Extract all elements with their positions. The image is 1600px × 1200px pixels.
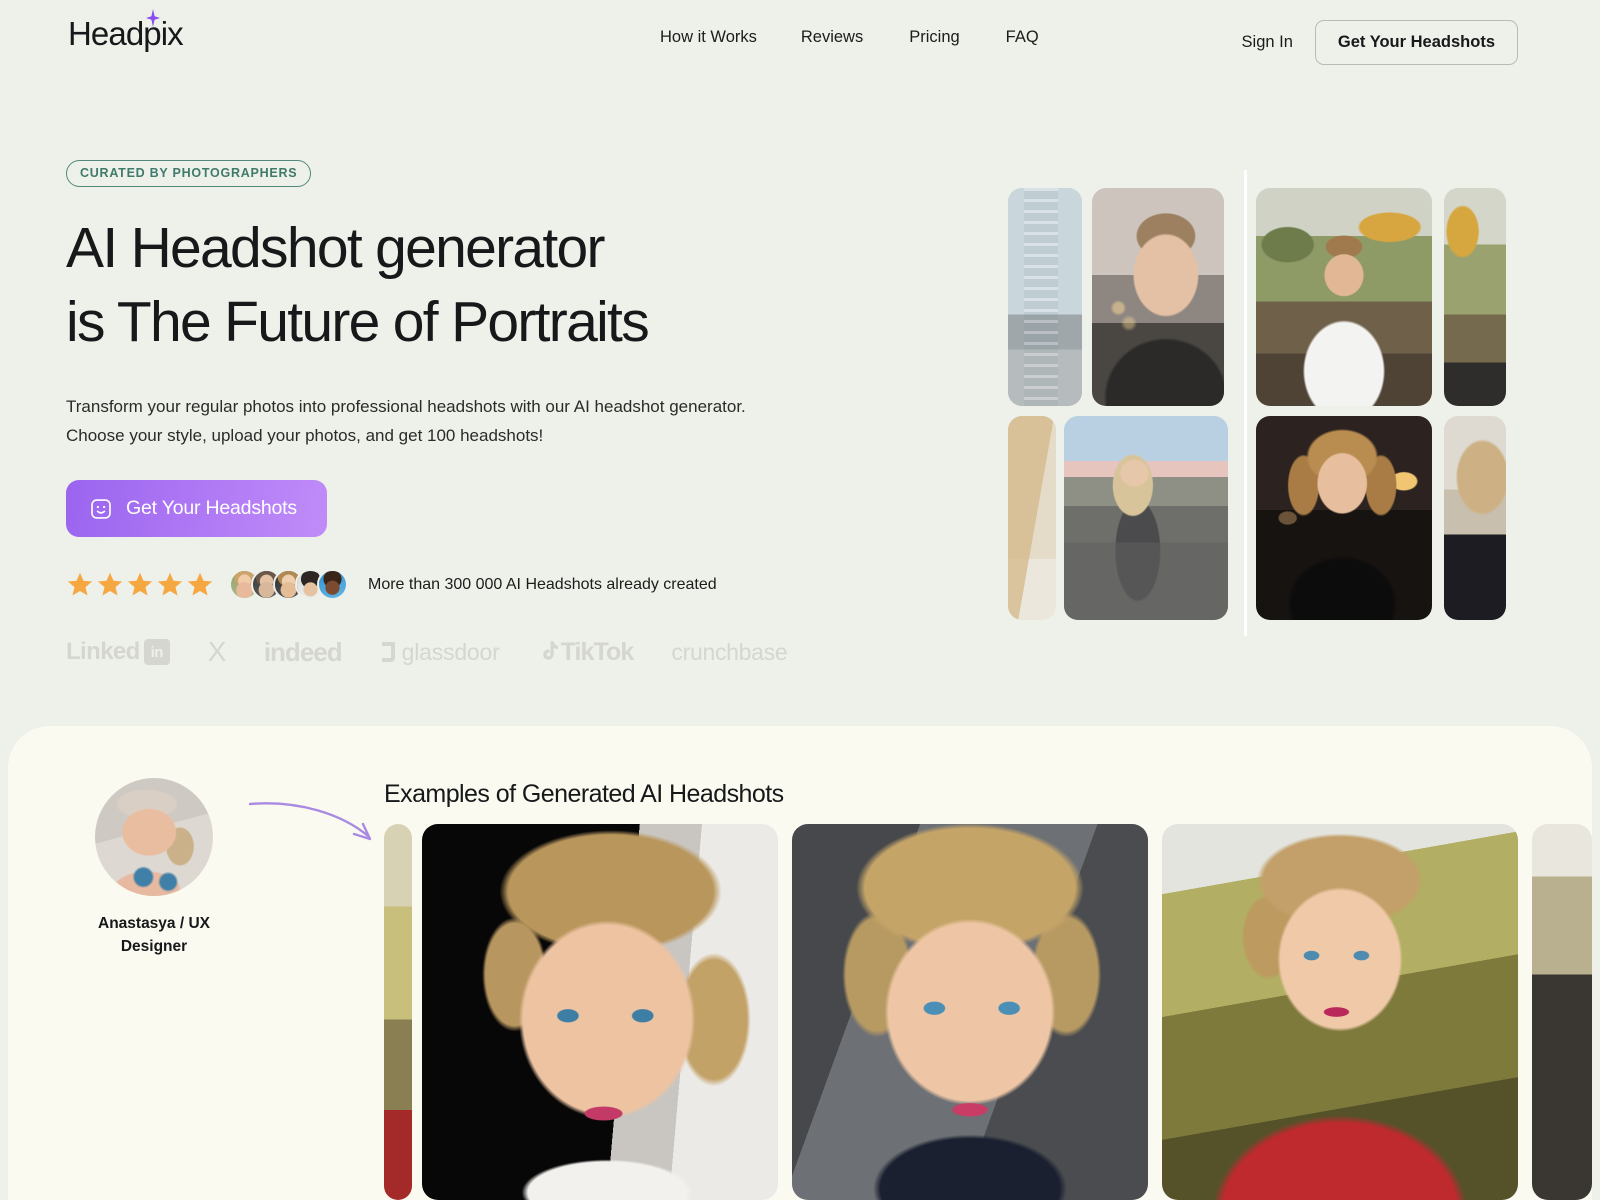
brand-logos: Linked in X indeed glassdoor TikTok crun… <box>66 636 966 668</box>
collage-before-woman-rooftop <box>1064 416 1228 620</box>
sign-in-link[interactable]: Sign In <box>1242 33 1293 52</box>
star-icon <box>157 572 183 596</box>
brand-label: TikTok <box>560 637 635 666</box>
brand-logo-tiktok: TikTok <box>538 638 634 667</box>
nav-link-faq[interactable]: FAQ <box>1006 28 1039 47</box>
persona-name-line-2: Designer <box>120 938 188 955</box>
avatar <box>93 776 215 898</box>
brand-label: glassdoor <box>401 638 500 665</box>
persona-name-line-1: Anastasya / UX <box>98 915 210 932</box>
star-icon <box>97 572 123 596</box>
top-navigation: Headpix How it Works Reviews Pricing FAQ… <box>0 0 1600 82</box>
persona-card: Anastasya / UX Designer <box>80 776 228 958</box>
tiktok-note-icon <box>542 641 558 660</box>
star-icon <box>67 572 93 596</box>
collage-after-partial-right-bottom <box>1444 416 1506 620</box>
nav-link-how-it-works[interactable]: How it Works <box>660 28 757 47</box>
hero-section: Headpix How it Works Reviews Pricing FAQ… <box>0 0 1600 745</box>
brand-logo-crunchbase: crunchbase <box>671 639 787 666</box>
subcopy-line-2: Choose your style, upload your photos, a… <box>66 425 544 445</box>
collage-before-man-selfie <box>1092 188 1224 406</box>
hero-subcopy: Transform your regular photos into profe… <box>66 393 856 450</box>
rating-stars <box>66 571 214 598</box>
collage-after-woman-suit <box>1256 416 1432 620</box>
avatar-group <box>229 569 348 600</box>
brand-logo-x: X <box>207 636 227 668</box>
nav-links: How it Works Reviews Pricing FAQ <box>660 28 1039 47</box>
curated-badge: CURATED BY PHOTOGRAPHERS <box>66 160 312 187</box>
examples-title: Examples of Generated AI Headshots <box>384 780 784 808</box>
nav-link-reviews[interactable]: Reviews <box>801 28 863 47</box>
logo-text: Headpix <box>68 15 184 52</box>
hero-get-headshots-button[interactable]: Get Your Headshots <box>66 480 327 537</box>
landing-page: Headpix How it Works Reviews Pricing FAQ… <box>0 0 1600 1200</box>
social-proof-text: More than 300 000 AI Headshots already c… <box>368 575 717 593</box>
brand-label: indeed <box>263 636 343 667</box>
hero-cta-label: Get Your Headshots <box>126 497 297 519</box>
smiley-face-icon <box>91 498 111 519</box>
examples-carousel <box>384 824 1592 1200</box>
social-proof: More than 300 000 AI Headshots already c… <box>66 569 966 600</box>
collage-before-partial-left-bottom <box>1008 416 1056 620</box>
avatar <box>317 569 348 600</box>
star-icon <box>127 572 153 596</box>
brand-label: Linked <box>66 638 140 665</box>
nav-actions: Sign In Get Your Headshots <box>1242 20 1518 65</box>
nav-get-headshots-button[interactable]: Get Your Headshots <box>1314 20 1518 65</box>
subcopy-line-1: Transform your regular photos into profe… <box>66 397 746 416</box>
example-headshot-2[interactable] <box>792 824 1148 1200</box>
example-headshot-3[interactable] <box>1162 824 1518 1200</box>
page-title: AI Headshot generator is The Future of P… <box>66 211 966 359</box>
example-headshot-partial-left[interactable] <box>384 824 412 1200</box>
sparkle-icon <box>146 9 160 27</box>
example-headshot-partial-right[interactable] <box>1532 824 1592 1200</box>
collage-after-partial-right-top <box>1444 188 1506 406</box>
linkedin-in-icon: in <box>143 639 170 665</box>
curved-arrow-icon <box>248 802 372 841</box>
hero-image-collage <box>1008 170 1600 636</box>
brand-logo-linkedin: Linked in <box>66 638 170 666</box>
collage-after-man-park <box>1256 188 1432 406</box>
headline-line-2: is The Future of Portraits <box>66 290 650 354</box>
brand-logo-indeed: indeed <box>263 636 343 668</box>
brand-logo-glassdoor: glassdoor <box>380 639 500 666</box>
headline-line-1: AI Headshot generator <box>66 216 606 280</box>
brand-label: crunchbase <box>671 638 788 665</box>
before-after-divider <box>1244 170 1247 636</box>
collage-before-partial-left-top <box>1008 188 1082 406</box>
glassdoor-mark-icon <box>381 642 395 662</box>
persona-name: Anastasya / UX Designer <box>80 912 228 958</box>
example-headshot-1[interactable] <box>422 824 778 1200</box>
brand-label: X <box>207 636 227 667</box>
logo[interactable]: Headpix <box>68 9 184 52</box>
star-icon <box>187 572 213 596</box>
nav-link-pricing[interactable]: Pricing <box>909 28 959 47</box>
hero-content: CURATED BY PHOTOGRAPHERS AI Headshot gen… <box>66 160 966 668</box>
